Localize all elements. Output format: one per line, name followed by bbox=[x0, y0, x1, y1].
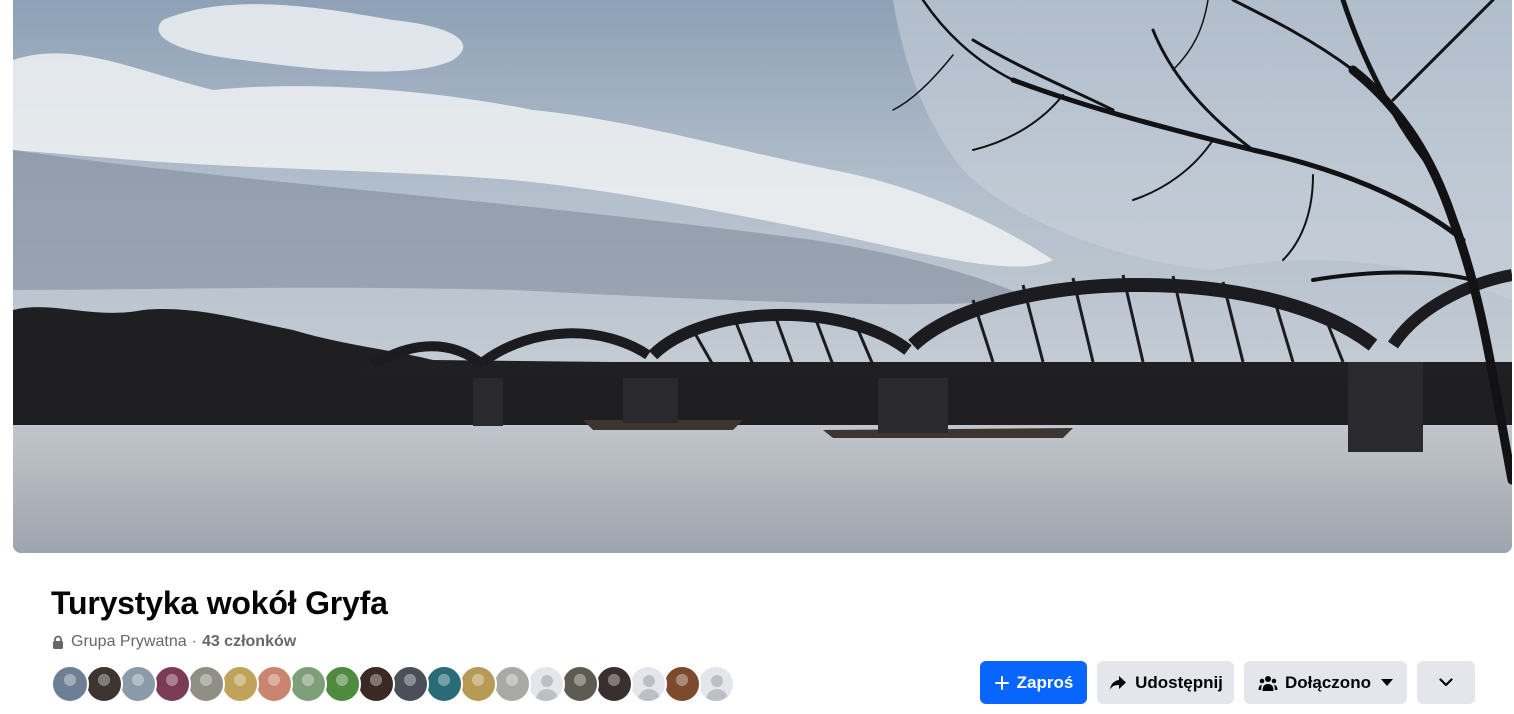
meta-separator: · bbox=[191, 633, 197, 650]
avatar[interactable] bbox=[153, 665, 191, 703]
avatar[interactable] bbox=[663, 665, 701, 703]
plus-icon bbox=[994, 675, 1009, 690]
avatar[interactable] bbox=[357, 665, 395, 703]
lock-icon bbox=[51, 635, 65, 649]
avatar[interactable] bbox=[119, 665, 157, 703]
page-title[interactable]: Turystyka wokół Gryfa bbox=[51, 584, 388, 622]
joined-label: Dołączono bbox=[1285, 672, 1371, 692]
share-label: Udostępnij bbox=[1135, 672, 1223, 692]
avatar[interactable] bbox=[493, 665, 531, 703]
cover-photo[interactable] bbox=[13, 0, 1512, 553]
chevron-down-icon bbox=[1439, 678, 1453, 687]
avatar[interactable] bbox=[595, 665, 633, 703]
caret-down-icon bbox=[1380, 678, 1393, 686]
default-avatar-icon[interactable] bbox=[527, 665, 565, 703]
avatar[interactable] bbox=[85, 665, 123, 703]
avatar[interactable] bbox=[459, 665, 497, 703]
share-arrow-icon bbox=[1110, 675, 1127, 690]
avatar[interactable] bbox=[391, 665, 429, 703]
avatar[interactable] bbox=[221, 665, 259, 703]
avatar[interactable] bbox=[255, 665, 293, 703]
privacy-label[interactable]: Grupa Prywatna bbox=[71, 633, 187, 651]
avatar[interactable] bbox=[561, 665, 599, 703]
default-avatar-icon[interactable] bbox=[697, 665, 735, 703]
group-meta: Grupa Prywatna · 43 członków bbox=[51, 632, 296, 652]
share-button[interactable]: Udostępnij bbox=[1097, 661, 1234, 704]
river-bridge-photo bbox=[13, 0, 1512, 553]
default-avatar-icon[interactable] bbox=[629, 665, 667, 703]
invite-button[interactable]: Zaproś bbox=[980, 661, 1087, 704]
joined-button[interactable]: Dołączono bbox=[1244, 661, 1407, 704]
member-avatars[interactable] bbox=[51, 665, 735, 703]
group-actions: Zaproś Udostępnij Dołączono bbox=[980, 661, 1475, 704]
invite-label: Zaproś bbox=[1016, 672, 1074, 692]
avatar[interactable] bbox=[289, 665, 327, 703]
avatar[interactable] bbox=[425, 665, 463, 703]
people-icon bbox=[1258, 675, 1278, 691]
more-options-button[interactable] bbox=[1417, 661, 1475, 704]
avatar[interactable] bbox=[323, 665, 361, 703]
avatar[interactable] bbox=[187, 665, 225, 703]
member-count[interactable]: 43 członków bbox=[202, 633, 296, 651]
avatar[interactable] bbox=[51, 665, 89, 703]
